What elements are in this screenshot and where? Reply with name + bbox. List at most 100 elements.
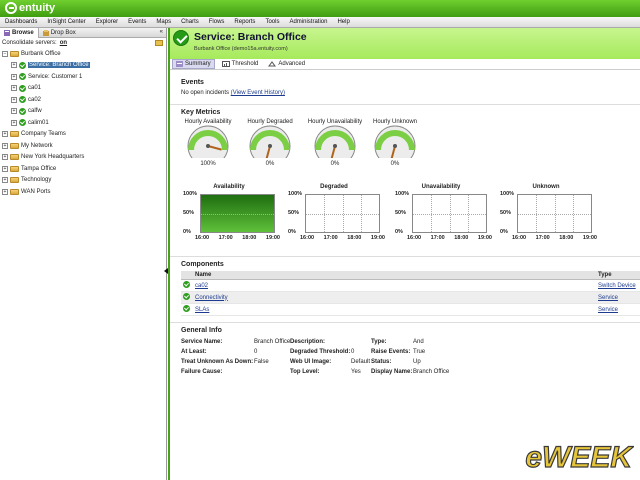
menu-dashboards[interactable]: Dashboards	[0, 17, 42, 27]
tree-node[interactable]: + WAN Ports	[2, 186, 166, 198]
grid-line	[536, 195, 538, 232]
expand-toggle-icon[interactable]: +	[2, 188, 8, 195]
x-tick-label: 19:00	[370, 235, 385, 241]
status-ok-icon	[19, 119, 26, 127]
menu-insight-center[interactable]: InSight Center	[42, 17, 90, 27]
component-name-link[interactable]: ca02	[195, 283, 208, 289]
tree-node-label: Tampa Office	[21, 165, 57, 172]
expand-toggle-icon[interactable]: +	[2, 142, 8, 149]
consolidate-label: Consolidate servers:	[2, 40, 57, 46]
view-event-history-link[interactable]: (View Event History)	[231, 90, 285, 96]
menu-maps[interactable]: Maps	[151, 17, 176, 27]
logo-text: entuity	[19, 2, 56, 14]
tree-node[interactable]: + Technology	[2, 175, 166, 187]
y-tick-label: 100%	[500, 191, 515, 197]
grid-line	[572, 195, 574, 232]
component-type-link[interactable]: Service	[598, 307, 618, 313]
x-tick-label: 16:00	[512, 235, 527, 241]
grid-line	[324, 195, 326, 232]
service-detail-pane: Service: Branch Office Burbank Office (d…	[168, 28, 640, 480]
name-col-header[interactable]: Name	[193, 271, 596, 280]
tab-drop-box[interactable]: Drop Box	[39, 28, 80, 38]
component-type-link[interactable]: Service	[598, 295, 618, 301]
tab-summary[interactable]: Summary	[172, 59, 215, 69]
collapse-panel-icon[interactable]: «	[160, 29, 163, 35]
tree-node[interactable]: + New York Headquarters	[2, 152, 166, 164]
chart-title: Unavailability	[421, 184, 461, 190]
chart-title: Unknown	[532, 184, 560, 190]
info-value: Yes	[351, 369, 361, 375]
grid-line	[431, 195, 433, 232]
grid-line	[360, 195, 362, 232]
tree-node-label: My Network	[21, 142, 53, 149]
expand-toggle-icon[interactable]: +	[2, 177, 8, 184]
tab-browse[interactable]: Browse	[0, 27, 39, 38]
entuity-logo[interactable]: entuity	[5, 2, 55, 14]
menu-reports[interactable]: Reports	[229, 17, 260, 27]
menu-charts[interactable]: Charts	[176, 17, 204, 27]
info-value: And	[413, 339, 424, 345]
folder-icon	[10, 188, 19, 195]
tree-node[interactable]: + Company Teams	[2, 129, 166, 141]
x-tick-label: 19:00	[477, 235, 492, 241]
expand-toggle-icon[interactable]: +	[11, 96, 17, 103]
expand-toggle-icon[interactable]: +	[2, 154, 8, 161]
menu-events[interactable]: Events	[123, 17, 151, 27]
expand-toggle-icon[interactable]: +	[11, 108, 17, 115]
gauge-hourly-unknown: Hourly Unknown 0%	[370, 119, 420, 167]
tree-node[interactable]: + Tampa Office	[2, 163, 166, 175]
menu-tools[interactable]: Tools	[260, 17, 284, 27]
info-value: Branch Office	[413, 369, 450, 375]
main-menu: Dashboards InSight Center Explorer Event…	[0, 17, 640, 28]
component-name-link[interactable]: SLAs	[195, 307, 209, 313]
expand-toggle-icon[interactable]: +	[2, 131, 8, 138]
component-name-link[interactable]: Connectivity	[195, 295, 228, 301]
tab-advanced[interactable]: Advanced	[265, 60, 308, 68]
tree-node[interactable]: − Burbank Office	[2, 48, 166, 60]
view-tabs: Summary Threshold Advanced	[170, 59, 640, 70]
grid-line	[449, 195, 451, 232]
expand-toggle-icon[interactable]: +	[11, 119, 17, 126]
menu-administration[interactable]: Administration	[284, 17, 332, 27]
x-axis: 16:00 17:00 18:00 19:00	[512, 235, 597, 241]
gauge-dial	[374, 125, 416, 167]
info-label: Description:	[290, 339, 326, 345]
folder-icon	[10, 131, 19, 138]
tree-node[interactable]: + My Network	[2, 140, 166, 152]
collapse-toggle-icon[interactable]: −	[2, 50, 8, 57]
folder-icon	[10, 177, 19, 184]
consolidate-toggle[interactable]: on	[60, 40, 67, 46]
folder-options-icon[interactable]	[155, 40, 163, 46]
y-tick-label: 50%	[288, 210, 300, 216]
y-tick-label: 0%	[183, 229, 191, 235]
expand-toggle-icon[interactable]: +	[11, 73, 17, 80]
info-value: 0	[254, 349, 258, 355]
tree-node-label-selected: Service: Branch Office	[28, 62, 90, 69]
gauge-percent: 0%	[390, 161, 400, 167]
menu-explorer[interactable]: Explorer	[91, 17, 123, 27]
expand-toggle-icon[interactable]: +	[2, 165, 8, 172]
tab-threshold-label: Threshold	[231, 61, 259, 67]
charts-row: Availability 100% 50% 0% 16:00 17:00 18:…	[170, 184, 640, 252]
watermark-text: eWEEK	[525, 441, 634, 474]
drop-box-icon	[42, 29, 49, 36]
gauge-percent: 100%	[200, 161, 216, 167]
component-type-link[interactable]: Switch Device	[598, 283, 636, 289]
tree-node[interactable]: + calfw	[2, 106, 166, 118]
status-ok-icon	[183, 305, 190, 312]
menu-help[interactable]: Help	[332, 17, 354, 27]
tree-node[interactable]: + Service: Customer 1	[2, 71, 166, 83]
tree-node[interactable]: + Service: Branch Office	[2, 60, 166, 72]
menu-flows[interactable]: Flows	[204, 17, 230, 27]
tree-node[interactable]: + ca02	[2, 94, 166, 106]
tree-node[interactable]: + calim01	[2, 117, 166, 129]
y-tick-label: 0%	[395, 229, 403, 235]
expand-toggle-icon[interactable]: +	[11, 62, 17, 69]
chart-availability: Availability 100% 50% 0% 16:00 17:00 18:…	[183, 184, 280, 250]
expand-toggle-icon[interactable]: +	[11, 85, 17, 92]
y-tick-label: 50%	[183, 210, 195, 216]
x-tick-label: 16:00	[195, 235, 210, 241]
tree-node[interactable]: + ca01	[2, 83, 166, 95]
type-col-header[interactable]: Type	[596, 271, 640, 280]
tab-threshold[interactable]: Threshold	[219, 60, 262, 68]
